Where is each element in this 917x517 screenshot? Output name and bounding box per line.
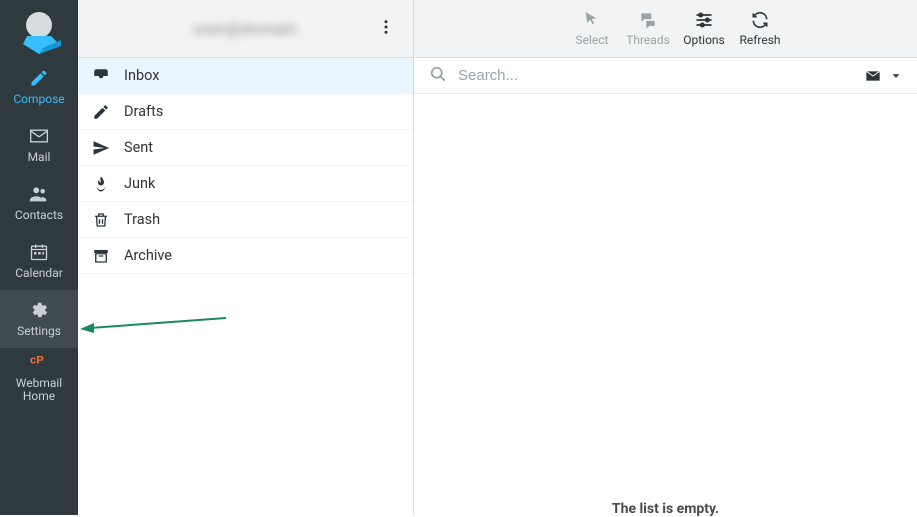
nav-calendar-label: Calendar bbox=[15, 267, 63, 280]
compose-icon bbox=[28, 67, 50, 89]
threads-icon bbox=[638, 10, 658, 30]
message-list: The list is empty. bbox=[414, 94, 917, 515]
nav-calendar[interactable]: Calendar bbox=[0, 232, 78, 290]
folder-drafts[interactable]: Drafts bbox=[78, 94, 413, 130]
refresh-icon bbox=[750, 10, 770, 30]
search-row bbox=[414, 58, 917, 94]
toolbar-threads[interactable]: Threads bbox=[620, 0, 676, 58]
folder-archive[interactable]: Archive bbox=[78, 238, 413, 274]
folder-inbox[interactable]: Inbox bbox=[78, 58, 413, 94]
folder-junk-label: Junk bbox=[124, 175, 155, 192]
folder-column: user@domain Inbox Drafts Sent bbox=[78, 0, 414, 515]
chevron-down-icon bbox=[889, 69, 903, 83]
nav-compose[interactable]: Compose bbox=[0, 58, 78, 116]
paper-plane-icon bbox=[92, 139, 110, 157]
archive-icon bbox=[92, 247, 110, 265]
app-logo bbox=[0, 0, 78, 58]
folder-inbox-label: Inbox bbox=[124, 67, 159, 84]
gear-icon bbox=[28, 299, 50, 321]
folder-sent-label: Sent bbox=[124, 139, 153, 156]
nav-settings[interactable]: Settings bbox=[0, 290, 78, 348]
nav-mail-label: Mail bbox=[28, 151, 51, 164]
toolbar-select-label: Select bbox=[576, 33, 609, 47]
nav-compose-label: Compose bbox=[13, 93, 64, 106]
toolbar-refresh[interactable]: Refresh bbox=[732, 0, 788, 58]
cursor-icon bbox=[582, 10, 602, 30]
nav-mail[interactable]: Mail bbox=[0, 116, 78, 174]
arrow-annotation bbox=[78, 314, 413, 334]
toolbar-select[interactable]: Select bbox=[564, 0, 620, 58]
message-pane: Select Threads Options Refresh bbox=[414, 0, 917, 515]
folder-archive-label: Archive bbox=[124, 247, 172, 264]
pencil-icon bbox=[92, 103, 110, 121]
nav-settings-label: Settings bbox=[17, 325, 61, 338]
envelope-icon bbox=[863, 68, 883, 84]
folder-junk[interactable]: Junk bbox=[78, 166, 413, 202]
nav-contacts-label: Contacts bbox=[15, 209, 63, 222]
folder-trash-label: Trash bbox=[124, 211, 160, 228]
folder-trash[interactable]: Trash bbox=[78, 202, 413, 238]
cpanel-icon: cP bbox=[28, 351, 50, 373]
toolbar-refresh-label: Refresh bbox=[739, 33, 780, 47]
sliders-icon bbox=[694, 10, 714, 30]
folder-menu-button[interactable] bbox=[377, 18, 395, 40]
folder-drafts-label: Drafts bbox=[124, 103, 163, 120]
fire-icon bbox=[92, 175, 110, 193]
folder-header: user@domain bbox=[78, 0, 413, 58]
toolbar-options-label: Options bbox=[683, 33, 725, 47]
search-filter-button[interactable] bbox=[863, 68, 903, 84]
nav-contacts[interactable]: Contacts bbox=[0, 174, 78, 232]
nav-rail: Compose Mail Contacts Calendar Settings … bbox=[0, 0, 78, 515]
contacts-icon bbox=[28, 183, 50, 205]
toolbar-options[interactable]: Options bbox=[676, 0, 732, 58]
folder-list: Inbox Drafts Sent Junk Trash bbox=[78, 58, 413, 274]
search-icon bbox=[428, 64, 448, 88]
search-input[interactable] bbox=[458, 67, 853, 84]
trash-icon bbox=[92, 211, 110, 229]
mail-icon bbox=[28, 125, 50, 147]
nav-webmail-home[interactable]: cP Webmail Home bbox=[0, 348, 78, 406]
calendar-icon bbox=[28, 241, 50, 263]
inbox-icon bbox=[92, 67, 110, 85]
toolbar-threads-label: Threads bbox=[626, 33, 670, 47]
nav-webmail-home-label: Webmail Home bbox=[16, 377, 62, 403]
kebab-icon bbox=[377, 18, 395, 36]
toolbar: Select Threads Options Refresh bbox=[414, 0, 917, 58]
svg-text:cP: cP bbox=[30, 354, 44, 366]
folder-sent[interactable]: Sent bbox=[78, 130, 413, 166]
account-label: user@domain bbox=[193, 19, 297, 38]
